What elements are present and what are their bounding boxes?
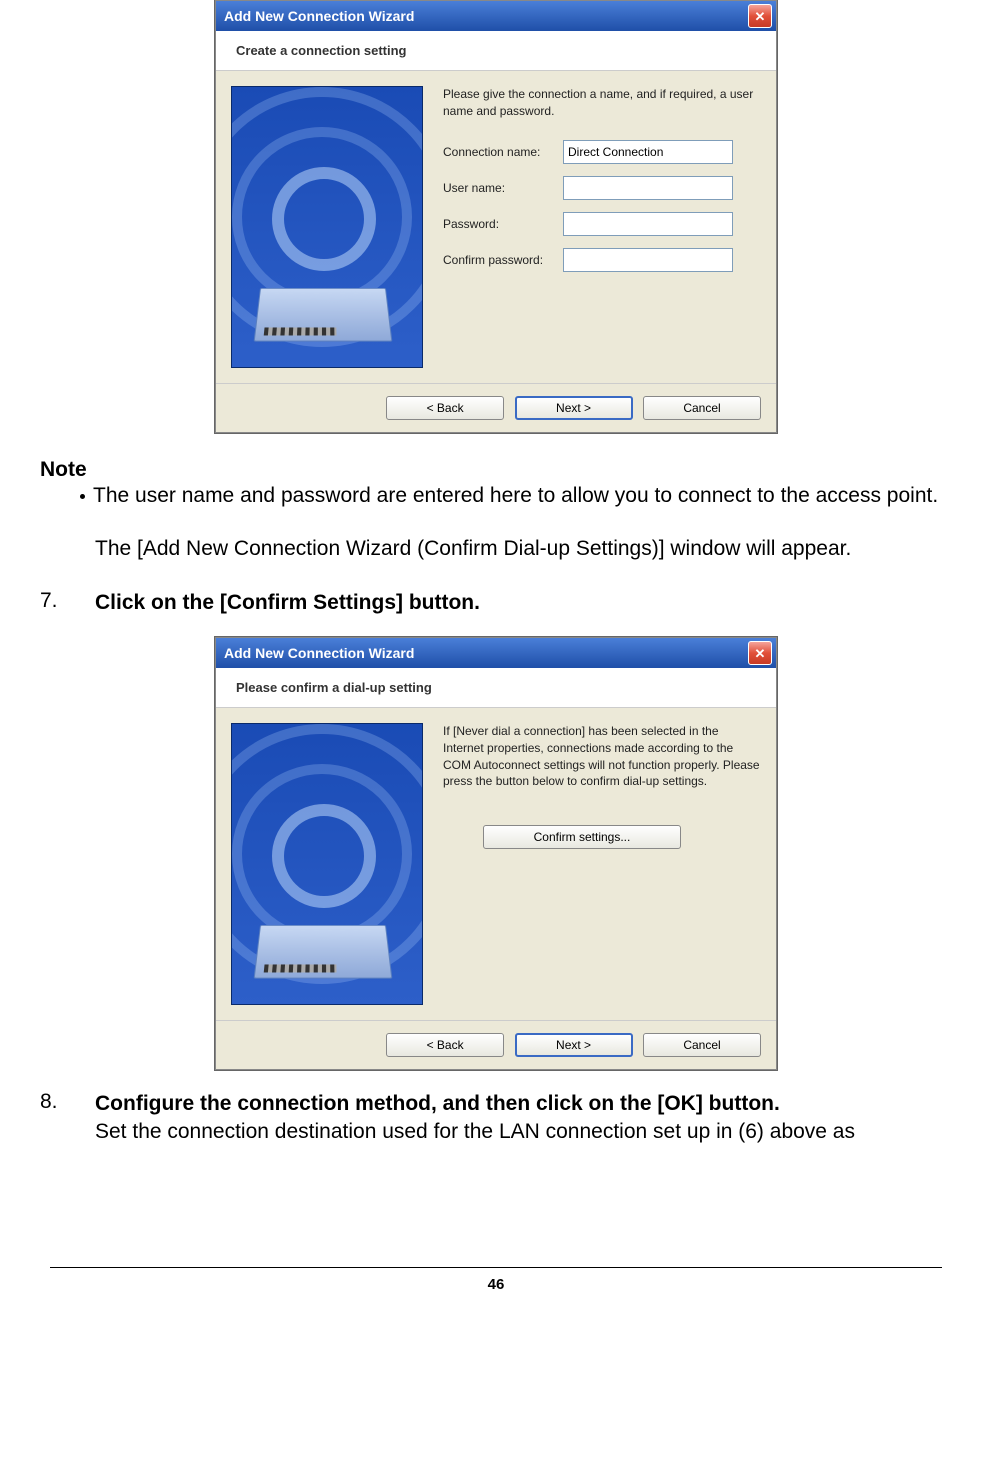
form-description: Please give the connection a name, and i…	[443, 86, 761, 120]
dialog-confirm-dialup: Add New Connection Wizard ✕ Please confi…	[215, 637, 777, 1070]
dialog-subtitle: Create a connection setting	[216, 31, 776, 71]
next-button[interactable]: Next >	[515, 396, 633, 420]
password-label: Password:	[443, 217, 563, 231]
note-heading: Note	[40, 458, 952, 482]
cancel-button[interactable]: Cancel	[643, 1033, 761, 1057]
connection-name-input[interactable]	[563, 140, 733, 164]
back-button[interactable]: < Back	[386, 1033, 504, 1057]
password-input[interactable]	[563, 212, 733, 236]
confirm-password-input[interactable]	[563, 248, 733, 272]
bullet-icon	[80, 494, 85, 499]
step8-text: Configure the connection method, and the…	[95, 1090, 952, 1147]
username-input[interactable]	[563, 176, 733, 200]
window-title: Add New Connection Wizard	[224, 8, 414, 24]
form-description: If [Never dial a connection] has been se…	[443, 723, 761, 790]
window-title: Add New Connection Wizard	[224, 645, 414, 661]
note-bullet-text: The user name and password are entered h…	[40, 482, 952, 510]
step7-text: Click on the [Confirm Settings] button.	[95, 589, 952, 617]
username-label: User name:	[443, 181, 563, 195]
close-icon[interactable]: ✕	[748, 641, 772, 665]
wizard-graphic	[231, 723, 423, 1005]
step7-number: 7.	[40, 589, 95, 617]
titlebar: Add New Connection Wizard ✕	[216, 638, 776, 668]
next-button[interactable]: Next >	[515, 1033, 633, 1057]
back-button[interactable]: < Back	[386, 396, 504, 420]
connection-name-label: Connection name:	[443, 145, 563, 159]
note-followup: The [Add New Connection Wizard (Confirm …	[40, 535, 952, 563]
titlebar: Add New Connection Wizard ✕	[216, 1, 776, 31]
step8-number: 8.	[40, 1090, 95, 1147]
confirm-settings-button[interactable]: Confirm settings...	[483, 825, 681, 849]
wizard-graphic	[231, 86, 423, 368]
dialog-subtitle: Please confirm a dial-up setting	[216, 668, 776, 708]
confirm-password-label: Confirm password:	[443, 253, 563, 267]
close-icon[interactable]: ✕	[748, 4, 772, 28]
cancel-button[interactable]: Cancel	[643, 396, 761, 420]
page-number: 46	[50, 1267, 942, 1293]
dialog-create-connection: Add New Connection Wizard ✕ Create a con…	[215, 0, 777, 433]
